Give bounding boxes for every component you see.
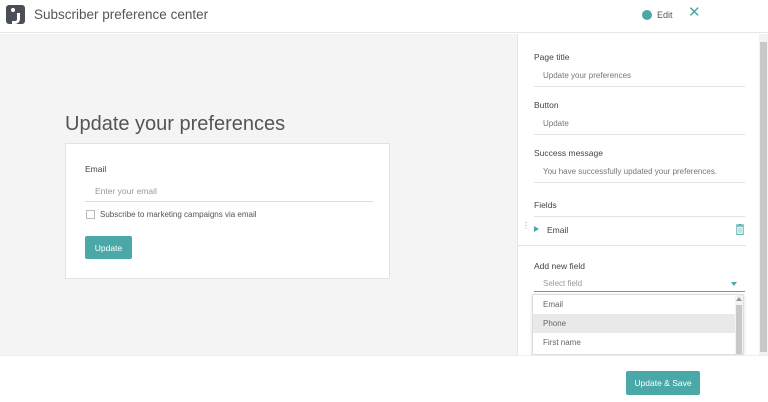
page-title-input[interactable]: Update your preferences <box>534 71 745 87</box>
button-setting: Button Update <box>534 100 745 135</box>
select-field-placeholder: Select field <box>543 279 583 288</box>
success-message-input[interactable]: You have successfully updated your prefe… <box>534 167 745 183</box>
edit-label[interactable]: Edit <box>657 10 673 20</box>
success-message-label: Success message <box>534 148 603 158</box>
top-bar: Subscriber preference center Edit ✕ <box>0 0 768 33</box>
app-title: Subscriber preference center <box>34 7 209 22</box>
update-button[interactable]: Update <box>85 236 132 259</box>
logo-icon <box>6 5 25 24</box>
close-icon[interactable]: ✕ <box>688 5 702 20</box>
dropdown-scroll-thumb[interactable] <box>736 305 742 354</box>
settings-panel: Page title Update your preferences Butto… <box>517 34 768 355</box>
option-first-name[interactable]: First name <box>533 333 735 352</box>
chevron-down-icon[interactable] <box>731 282 737 286</box>
panel-scroll-thumb[interactable] <box>760 42 767 352</box>
preview-canvas: Update your preferences Email Subscribe … <box>0 34 517 355</box>
fields-heading: Fields <box>534 200 745 217</box>
add-new-field-label: Add new field <box>534 261 586 271</box>
field-options-list: Email Phone First name <box>532 294 744 355</box>
update-and-save-button[interactable]: Update & Save <box>626 371 700 395</box>
dropdown-scrollbar[interactable] <box>735 295 743 354</box>
trash-icon[interactable] <box>735 224 745 235</box>
option-phone[interactable]: Phone <box>533 314 735 333</box>
footer-bar: Update & Save <box>0 355 768 402</box>
edit-status-dot <box>642 10 652 20</box>
field-row-email[interactable]: ⋮ Email <box>518 220 746 246</box>
scroll-up-arrow-icon[interactable] <box>736 297 742 301</box>
marketing-checkbox-label: Subscribe to marketing campaigns via ema… <box>100 210 257 219</box>
email-label: Email <box>85 164 107 174</box>
success-message-setting: Success message You have successfully up… <box>534 148 745 183</box>
email-input[interactable] <box>85 180 373 202</box>
marketing-checkbox[interactable] <box>86 210 95 219</box>
preview-title: Update your preferences <box>65 113 286 135</box>
panel-scrollbar[interactable] <box>759 34 768 355</box>
expand-caret-icon[interactable] <box>534 226 539 232</box>
page-title-setting: Page title Update your preferences <box>534 52 745 87</box>
page-title-label: Page title <box>534 52 570 62</box>
button-text-input[interactable]: Update <box>534 119 745 135</box>
button-setting-label: Button <box>534 100 559 110</box>
option-email[interactable]: Email <box>533 295 735 314</box>
select-field-dropdown[interactable]: Select field <box>534 276 745 292</box>
preview-form-card: Email Subscribe to marketing campaigns v… <box>65 143 390 279</box>
field-name: Email <box>547 225 569 235</box>
drag-handle-icon[interactable]: ⋮ <box>522 222 530 230</box>
